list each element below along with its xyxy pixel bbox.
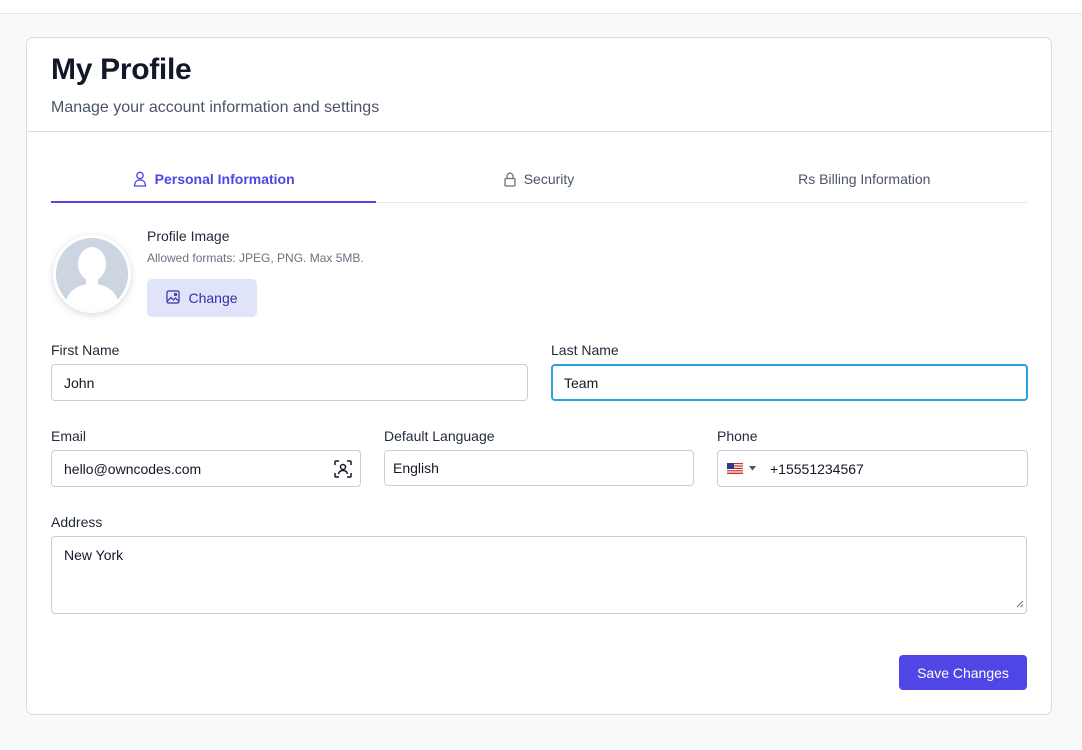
tab-label: Personal Information — [154, 171, 295, 187]
change-button-label: Change — [188, 290, 238, 306]
language-value: English — [393, 460, 439, 476]
address-value: New York — [64, 547, 124, 563]
tab-label: Security — [523, 171, 575, 187]
country-selector[interactable] — [727, 463, 756, 474]
tab-billing-information[interactable]: Rs Billing Information — [702, 167, 1027, 202]
address-textarea[interactable]: New York — [51, 536, 1027, 614]
language-label: Default Language — [384, 428, 495, 444]
save-changes-button[interactable]: Save Changes — [899, 655, 1027, 690]
language-select[interactable]: English — [384, 450, 694, 486]
page-subtitle: Manage your account information and sett… — [51, 99, 380, 116]
first-name-value: John — [64, 374, 95, 391]
first-name-field[interactable]: John — [51, 364, 528, 401]
tab-security[interactable]: Security — [376, 167, 701, 202]
last-name-value: Team — [564, 374, 599, 391]
email-label: Email — [51, 428, 87, 444]
change-image-button[interactable]: Change — [147, 279, 257, 317]
contact-scan-icon[interactable] — [334, 460, 352, 481]
tab-personal-information[interactable]: Personal Information — [51, 167, 377, 203]
profile-image-label: Profile Image — [147, 228, 230, 244]
user-icon — [133, 171, 147, 187]
phone-label: Phone — [717, 428, 758, 444]
card-header: My Profile Manage your account informati… — [27, 38, 1051, 132]
phone-field[interactable]: +15551234567 — [717, 450, 1028, 487]
phone-value: +15551234567 — [770, 460, 864, 477]
profile-image-help: Allowed formats: JPEG, PNG. Max 5MB. — [147, 251, 364, 265]
page-title: My Profile — [51, 53, 192, 86]
first-name-label: First Name — [51, 342, 120, 358]
address-label: Address — [51, 514, 103, 530]
email-field[interactable]: hello@owncodes.com — [51, 450, 361, 487]
image-icon — [166, 289, 181, 307]
resize-handle-icon[interactable] — [1016, 595, 1024, 611]
chevron-down-icon — [749, 466, 756, 471]
avatar-placeholder-icon — [56, 238, 128, 310]
profile-card: My Profile Manage your account informati… — [26, 37, 1052, 715]
lock-icon — [504, 172, 516, 187]
last-name-field[interactable]: Team — [551, 364, 1028, 401]
last-name-label: Last Name — [551, 342, 619, 358]
us-flag-icon — [727, 463, 743, 474]
tab-bar: Personal Information Security Rs Billing… — [51, 167, 1027, 203]
avatar — [53, 235, 131, 313]
top-bar — [0, 0, 1082, 14]
email-value: hello@owncodes.com — [64, 460, 202, 477]
tab-label: Rs Billing Information — [798, 171, 931, 187]
